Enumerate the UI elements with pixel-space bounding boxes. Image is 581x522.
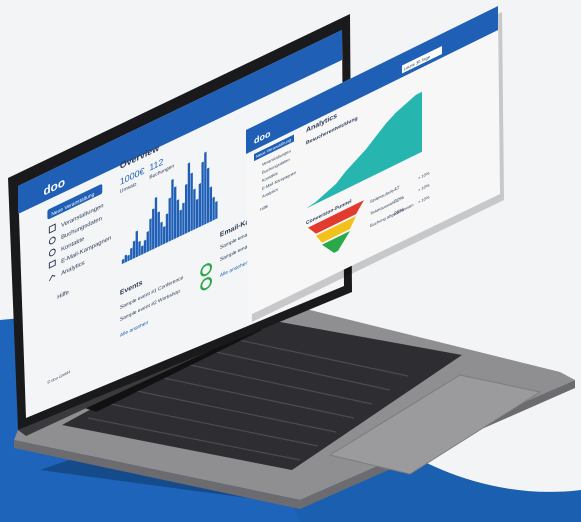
analytics-panel: doo Letzte 30 Tage Neue Veranstaltung An… [246,6,504,322]
